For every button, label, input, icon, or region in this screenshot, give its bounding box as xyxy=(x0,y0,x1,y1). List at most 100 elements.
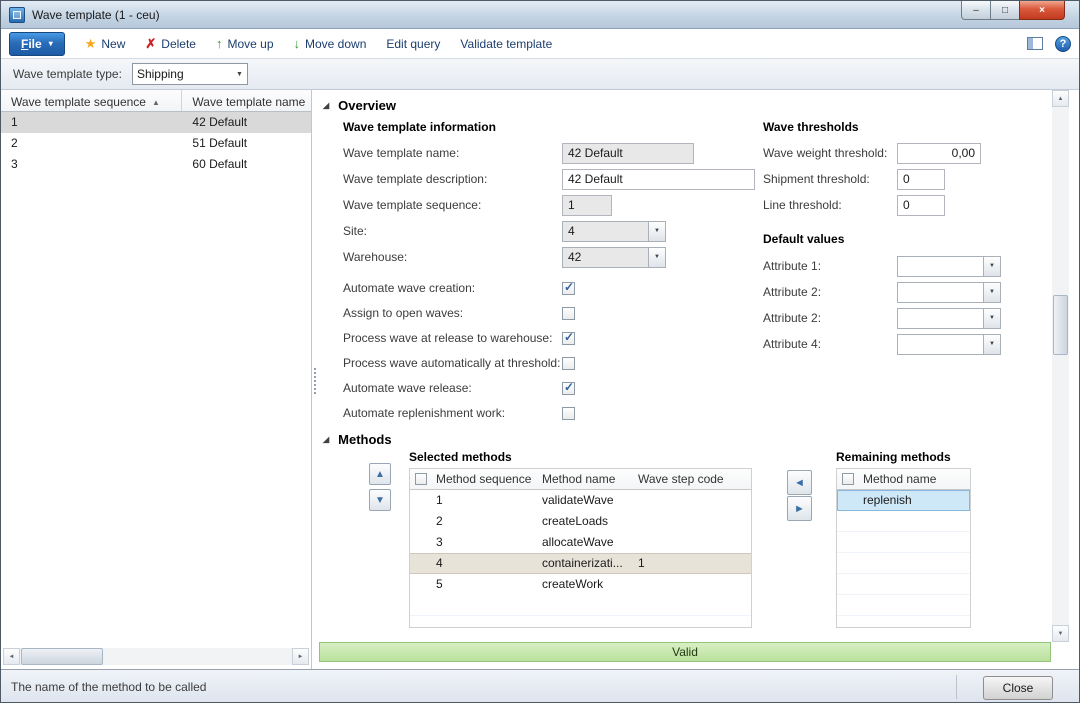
shipment-threshold-label: Shipment threshold: xyxy=(763,172,897,186)
table-row[interactable]: 2 createLoads xyxy=(410,511,751,532)
dropdown-arrow-icon[interactable]: ▼ xyxy=(983,257,1000,276)
shipment-threshold-field[interactable]: 0 xyxy=(897,169,945,190)
layout-icon[interactable] xyxy=(1027,37,1043,50)
panel-splitter[interactable] xyxy=(312,90,319,669)
automate-wave-creation-checkbox[interactable]: ✓ xyxy=(562,282,575,295)
maximize-button[interactable]: □ xyxy=(991,1,1019,20)
thresholds-group-title: Wave thresholds xyxy=(763,120,859,134)
wave-template-sequence-label: Wave template sequence: xyxy=(343,198,562,212)
process-wave-release-checkbox[interactable]: ✓ xyxy=(562,332,575,345)
sort-asc-icon: ▲ xyxy=(152,98,160,107)
table-row[interactable]: 1 validateWave xyxy=(410,490,751,511)
field-row: Attribute 2: ▼ xyxy=(763,307,1001,329)
validate-template-button[interactable]: Validate template xyxy=(460,37,552,51)
splitter-grip[interactable] xyxy=(314,368,316,394)
column-header-method-name[interactable]: Method name xyxy=(537,469,633,489)
dropdown-arrow-icon[interactable]: ▼ xyxy=(983,335,1000,354)
field-row: Automate replenishment work: ✓ xyxy=(343,402,575,424)
process-wave-threshold-checkbox[interactable]: ✓ xyxy=(562,357,575,370)
method-move-up-button[interactable]: ▲ xyxy=(369,463,391,485)
column-header-method-name[interactable]: Method name xyxy=(858,469,958,489)
column-header-name[interactable]: Wave template name xyxy=(182,90,311,111)
table-row[interactable]: 5 createWork xyxy=(410,574,751,595)
attribute-1-label: Attribute 1: xyxy=(763,259,897,273)
delete-button[interactable]: ✗ Delete xyxy=(145,36,196,52)
maximize-icon: □ xyxy=(1002,5,1008,16)
check-icon: ✓ xyxy=(564,330,574,344)
select-all-checkbox[interactable] xyxy=(842,473,854,485)
close-window-button[interactable]: × xyxy=(1019,1,1065,20)
close-button[interactable]: Close xyxy=(983,676,1053,700)
automate-replenishment-checkbox[interactable]: ✓ xyxy=(562,407,575,420)
new-button[interactable]: ★ New xyxy=(85,36,126,52)
edit-query-button[interactable]: Edit query xyxy=(386,37,440,51)
down-arrow-icon: ▼ xyxy=(375,495,385,506)
attribute-1-combo[interactable]: ▼ xyxy=(897,256,1001,277)
up-arrow-icon: ▲ xyxy=(375,469,385,480)
scroll-up-icon[interactable]: ▲ xyxy=(1052,90,1069,107)
move-up-button[interactable]: ↑ Move up xyxy=(216,36,274,51)
methods-section-header[interactable]: ◢ Methods xyxy=(323,432,392,447)
wave-template-type-select[interactable]: Shipping ▼ xyxy=(132,63,248,85)
scroll-right-icon[interactable]: ► xyxy=(292,648,309,665)
dropdown-arrow-icon[interactable]: ▼ xyxy=(983,309,1000,328)
remaining-methods-title: Remaining methods xyxy=(836,450,951,464)
vertical-scrollbar[interactable]: ▲ ▼ xyxy=(1052,90,1069,642)
table-row[interactable]: 3 allocateWave xyxy=(410,532,751,553)
close-icon: × xyxy=(1039,5,1045,16)
filter-bar: Wave template type: Shipping ▼ xyxy=(1,59,1079,90)
overview-section-header[interactable]: ◢ Overview xyxy=(323,98,396,113)
scroll-down-icon[interactable]: ▼ xyxy=(1052,625,1069,642)
wave-weight-threshold-field[interactable]: 0,00 xyxy=(897,143,981,164)
validate-template-label: Validate template xyxy=(460,37,552,51)
wave-template-name-field[interactable]: 42 Default xyxy=(562,143,694,164)
validation-status-text: Valid xyxy=(672,645,698,659)
table-row[interactable]: replenish xyxy=(837,490,970,511)
automate-wave-release-label: Automate wave release: xyxy=(343,381,562,395)
attribute-2-label: Attribute 2: xyxy=(763,285,897,299)
select-all-checkbox[interactable] xyxy=(415,473,427,485)
assign-open-waves-checkbox[interactable]: ✓ xyxy=(562,307,575,320)
column-header-method-sequence[interactable]: Method sequence xyxy=(431,469,537,489)
field-row: Attribute 4: ▼ xyxy=(763,333,1001,355)
remove-method-button[interactable]: ► xyxy=(787,496,812,521)
dropdown-arrow-icon[interactable]: ▼ xyxy=(648,248,665,267)
column-header-sequence[interactable]: Wave template sequence ▲ xyxy=(1,90,182,111)
attribute-4-combo[interactable]: ▼ xyxy=(897,334,1001,355)
table-row[interactable]: 3 60 Default xyxy=(1,154,311,175)
title-bar[interactable]: Wave template (1 - ceu) – □ × xyxy=(1,1,1079,29)
move-down-button[interactable]: ↓ Move down xyxy=(294,36,367,51)
dropdown-arrow-icon[interactable]: ▼ xyxy=(983,283,1000,302)
overview-section-title: Overview xyxy=(338,98,396,113)
line-threshold-field[interactable]: 0 xyxy=(897,195,945,216)
move-down-arrow-icon: ↓ xyxy=(294,36,301,51)
wave-template-window: Wave template (1 - ceu) – □ × File ▾ ★ N… xyxy=(0,0,1080,703)
table-row[interactable]: 4 containerizati... 1 xyxy=(410,553,751,574)
site-combo[interactable]: 4 ▼ xyxy=(562,221,666,242)
help-icon[interactable]: ? xyxy=(1055,36,1071,52)
wave-template-description-field[interactable]: 42 Default xyxy=(562,169,755,190)
scrollbar-thumb[interactable] xyxy=(21,648,103,665)
file-menu-button[interactable]: File ▾ xyxy=(9,32,65,56)
table-row[interactable]: 2 51 Default xyxy=(1,133,311,154)
minimize-button[interactable]: – xyxy=(961,1,991,20)
wave-template-sequence-field[interactable]: 1 xyxy=(562,195,612,216)
automate-wave-release-checkbox[interactable]: ✓ xyxy=(562,382,575,395)
assign-open-waves-label: Assign to open waves: xyxy=(343,306,562,320)
attribute-2-combo[interactable]: ▼ xyxy=(897,282,1001,303)
add-method-button[interactable]: ◄ xyxy=(787,470,812,495)
warehouse-combo[interactable]: 42 ▼ xyxy=(562,247,666,268)
method-move-down-button[interactable]: ▼ xyxy=(369,489,391,511)
selected-methods-body: 1 validateWave 2 createLoads 3 allocateW… xyxy=(410,490,751,627)
horizontal-scrollbar[interactable]: ◄ ► xyxy=(3,648,309,665)
dropdown-arrow-icon[interactable]: ▼ xyxy=(648,222,665,241)
automate-replenishment-label: Automate replenishment work: xyxy=(343,406,562,420)
scrollbar-thumb[interactable] xyxy=(1053,295,1068,355)
table-row[interactable]: 1 42 Default xyxy=(1,112,311,133)
window-title: Wave template (1 - ceu) xyxy=(32,8,160,22)
new-star-icon: ★ xyxy=(85,36,97,52)
attribute-3-combo[interactable]: ▼ xyxy=(897,308,1001,329)
column-header-wave-step-code[interactable]: Wave step code xyxy=(633,469,731,489)
scroll-left-icon[interactable]: ◄ xyxy=(3,648,20,665)
chevron-down-icon: ▾ xyxy=(49,39,53,48)
